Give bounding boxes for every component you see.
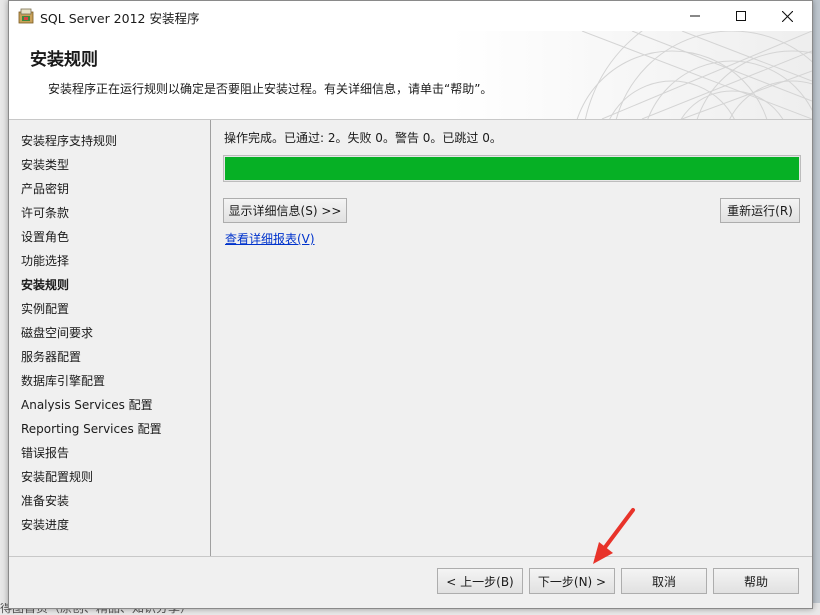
title-bar[interactable]: SQL Server 2012 安装程序 <box>9 1 812 31</box>
sidebar-item-setup-type[interactable]: 安装类型 <box>21 156 69 173</box>
view-detailed-report-link[interactable]: 查看详细报表(V) <box>225 230 315 247</box>
sidebar-item-disk-space[interactable]: 磁盘空间要求 <box>21 324 93 341</box>
footer-divider <box>9 556 812 557</box>
sidebar-item-installation-progress[interactable]: 安装进度 <box>21 516 69 533</box>
minimize-button[interactable] <box>672 1 718 31</box>
setup-window: SQL Server 2012 安装程序 安装规则 安装程序正在运行规则以确定是… <box>8 0 813 609</box>
background-window-edge <box>0 0 8 615</box>
progress-bar-fill <box>225 157 799 180</box>
close-button[interactable] <box>764 1 810 31</box>
main-panel: 操作完成。已通过: 2。失败 0。警告 0。已跳过 0。 显示详细信息(S) >… <box>211 120 812 556</box>
sidebar-item-feature-selection[interactable]: 功能选择 <box>21 252 69 269</box>
cancel-button[interactable]: 取消 <box>621 568 707 594</box>
progress-bar <box>223 155 801 182</box>
next-button[interactable]: 下一步(N) > <box>529 568 615 594</box>
maximize-button[interactable] <box>718 1 764 31</box>
sidebar-item-ready-to-install[interactable]: 准备安装 <box>21 492 69 509</box>
red-arrow-icon <box>593 508 635 564</box>
window-title: SQL Server 2012 安装程序 <box>40 11 200 26</box>
page-header: 安装规则 安装程序正在运行规则以确定是否要阻止安装过程。有关详细信息，请单击“帮… <box>9 31 812 120</box>
sidebar-item-license-terms[interactable]: 许可条款 <box>21 204 69 221</box>
help-button[interactable]: 帮助 <box>713 568 799 594</box>
maximize-icon <box>736 11 746 21</box>
sidebar-item-setup-support-rules[interactable]: 安装程序支持规则 <box>21 132 117 149</box>
sidebar-item-installation-rules[interactable]: 安装规则 <box>21 276 69 293</box>
close-icon <box>781 10 793 22</box>
sidebar-item-setup-role[interactable]: 设置角色 <box>21 228 69 245</box>
back-button[interactable]: < 上一步(B) <box>437 568 523 594</box>
sql-server-setup-icon <box>18 8 34 24</box>
rerun-button[interactable]: 重新运行(R) <box>720 198 800 223</box>
page-title: 安装规则 <box>30 50 98 70</box>
sidebar-item-database-engine[interactable]: 数据库引擎配置 <box>21 372 105 389</box>
minimize-icon <box>690 15 700 17</box>
sidebar-item-installation-configuration-rules[interactable]: 安装配置规则 <box>21 468 93 485</box>
sidebar-item-product-key[interactable]: 产品密钥 <box>21 180 69 197</box>
sidebar-item-instance-configuration[interactable]: 实例配置 <box>21 300 69 317</box>
operation-status: 操作完成。已通过: 2。失败 0。警告 0。已跳过 0。 <box>224 131 502 145</box>
steps-sidebar: 安装程序支持规则 安装类型 产品密钥 许可条款 设置角色 功能选择 安装规则 实… <box>9 120 211 556</box>
header-decoration <box>576 31 812 119</box>
sidebar-item-reporting-services[interactable]: Reporting Services 配置 <box>21 420 162 437</box>
sidebar-item-error-reporting[interactable]: 错误报告 <box>21 444 69 461</box>
sidebar-item-server-configuration[interactable]: 服务器配置 <box>21 348 81 365</box>
show-details-button[interactable]: 显示详细信息(S) >> <box>223 198 347 223</box>
sidebar-item-analysis-services[interactable]: Analysis Services 配置 <box>21 396 153 413</box>
page-description: 安装程序正在运行规则以确定是否要阻止安装过程。有关详细信息，请单击“帮助”。 <box>48 82 493 96</box>
